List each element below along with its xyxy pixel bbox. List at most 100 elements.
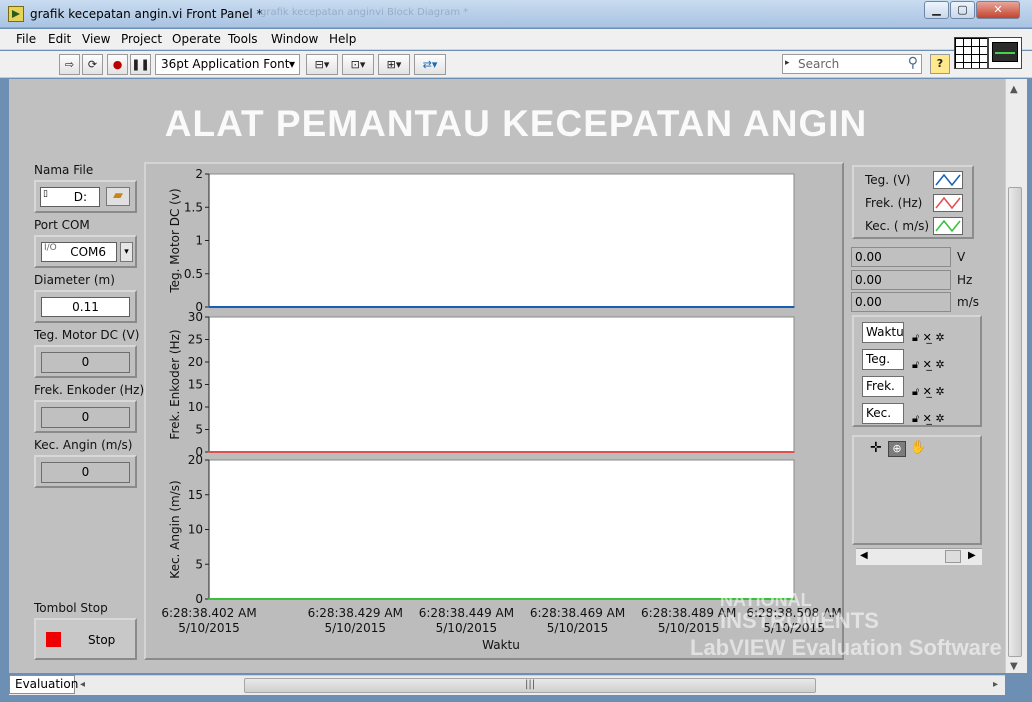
port-com-control: COM6 I/O ▾	[34, 235, 137, 268]
y-tick-label: 0.5	[184, 267, 203, 281]
series-point-2	[442, 451, 444, 453]
scroll-left-icon[interactable]: ◂	[80, 679, 85, 690]
visa-icon: I/O	[44, 243, 57, 253]
diameter-input[interactable]: 0.11	[41, 297, 130, 317]
legend-swatch-kec[interactable]	[933, 217, 963, 235]
chevron-down-icon[interactable]: ▾	[120, 242, 133, 262]
legend-swatch-teg[interactable]	[933, 171, 963, 189]
stop-button-label: Stop	[88, 633, 116, 647]
background-window-title: grafik kecepatan anginvi Block Diagram *	[260, 7, 469, 18]
font-selector[interactable]: 36pt Application Font ▾	[155, 54, 300, 75]
minimize-button[interactable]: ▁	[924, 1, 949, 19]
series-point-1	[325, 306, 327, 308]
kec-angin-value: 0	[41, 462, 130, 483]
plot-area-3	[208, 459, 795, 600]
legend-label-teg: Teg. (V)	[865, 173, 911, 187]
y-tick-label: 10	[188, 523, 203, 537]
title-bar: grafik kecepatan angin.vi Front Panel * …	[0, 0, 1032, 28]
y-tick-label: 15	[188, 378, 203, 392]
pan-hand-icon[interactable]: ✋	[910, 441, 926, 457]
y-axis-label-3: Kec. Angin (m/s)	[168, 480, 182, 578]
palette-scroll-thumb[interactable]	[945, 550, 961, 563]
x-tick-date: 5/10/2015	[178, 621, 240, 635]
scale-name-frek[interactable]: Frek.	[862, 376, 904, 397]
scale-name-kec[interactable]: Kec.	[862, 403, 904, 424]
scroll-right-icon[interactable]: ▸	[993, 679, 998, 690]
plot-legend: Teg. (V) Frek. (Hz) Kec. ( m/s)	[852, 165, 974, 239]
speed-unit: m/s	[957, 295, 979, 309]
vertical-scroll-thumb[interactable]	[1008, 187, 1022, 657]
search-icon[interactable]: ⚲	[908, 55, 918, 71]
labview-vi-icon	[8, 6, 24, 22]
scroll-down-icon[interactable]: ▼	[1010, 661, 1018, 672]
scale-lock-icons[interactable]: 🔓︎ ✕̲ ✲ 🔓︎ ✕̲ ✲ 🔓︎ ✕̲ ✲ 🔓︎ ✕̲ ✲	[912, 324, 945, 432]
pause-icon[interactable]: ❚❚	[130, 54, 151, 75]
search-scope-icon: ▸	[785, 58, 790, 68]
y-tick-label: 20	[188, 355, 203, 369]
close-button[interactable]: ✕	[976, 1, 1020, 19]
nama-file-label: Nama File	[34, 163, 94, 177]
menu-operate[interactable]: Operate	[172, 32, 221, 46]
run-arrow-icon[interactable]: ⇨	[59, 54, 80, 75]
menu-view[interactable]: View	[82, 32, 110, 46]
zoom-icon[interactable]: ⊕	[888, 441, 906, 457]
series-point-2	[325, 451, 327, 453]
cursor-move-icon[interactable]: ✛	[870, 441, 886, 457]
align-objects-icon[interactable]: ⊟▾	[306, 54, 338, 75]
nama-file-input[interactable]: D:	[40, 187, 100, 207]
frek-enkoder-value: 0	[41, 407, 130, 428]
kec-angin-indicator: 0	[34, 455, 137, 488]
run-continuously-icon[interactable]: ⟳	[82, 54, 103, 75]
menu-window[interactable]: Window	[271, 32, 318, 46]
palette-scrollbar[interactable]: ◀ ▶	[856, 548, 982, 565]
speed-indicator: 0.00	[851, 292, 951, 312]
series-point-3	[325, 598, 327, 600]
help-icon[interactable]: ?	[930, 54, 950, 74]
horizontal-scroll-thumb[interactable]: |||	[244, 678, 816, 693]
distribute-objects-icon[interactable]: ⊡▾	[342, 54, 374, 75]
maximize-button[interactable]: ▢	[950, 1, 975, 19]
menu-help[interactable]: Help	[329, 32, 356, 46]
series-point-1	[559, 306, 561, 308]
y-axis-label-1: Teg. Motor DC (v)	[168, 188, 182, 293]
tombol-stop-label: Tombol Stop	[34, 601, 108, 615]
series-point-1	[793, 306, 795, 308]
resize-objects-icon[interactable]: ⊞▾	[378, 54, 410, 75]
search-input[interactable]: ▸ Search ⚲	[782, 54, 922, 74]
connector-pane-icon[interactable]	[954, 37, 988, 69]
menu-file[interactable]: File	[16, 32, 36, 46]
legend-label-frek: Frek. (Hz)	[865, 196, 923, 210]
teg-motor-indicator: 0	[34, 345, 137, 378]
y-tick-label: 30	[188, 310, 203, 324]
series-point-3	[442, 598, 444, 600]
scroll-left-icon[interactable]: ◀	[860, 550, 868, 561]
scale-name-waktu[interactable]: Waktu	[862, 322, 904, 343]
stop-button[interactable]: Stop	[34, 618, 137, 660]
page-title: ALAT PEMANTAU KECEPATAN ANGIN	[164, 103, 868, 144]
menu-edit[interactable]: Edit	[48, 32, 71, 46]
abort-icon[interactable]: ●	[107, 54, 128, 75]
series-point-3	[559, 598, 561, 600]
scroll-right-icon[interactable]: ▶	[968, 550, 976, 561]
x-tick-label: 6:28:38.402 AM	[161, 606, 256, 620]
evaluation-tab[interactable]: Evaluation	[9, 675, 78, 694]
series-point-1	[442, 306, 444, 308]
scale-name-teg[interactable]: Teg.	[862, 349, 904, 370]
reorder-icon[interactable]: ⇄▾	[414, 54, 446, 75]
browse-folder-icon[interactable]: ▰	[106, 187, 130, 206]
diameter-control: 0.11	[34, 290, 137, 323]
y-tick-label: 1	[195, 234, 203, 248]
menu-tools[interactable]: Tools	[228, 32, 258, 46]
x-tick-label: 6:28:38.449 AM	[419, 606, 514, 620]
y-tick-label: 25	[188, 333, 203, 347]
window-title: grafik kecepatan angin.vi Front Panel *	[30, 7, 263, 21]
kec-angin-label: Kec. Angin (m/s)	[34, 438, 133, 452]
menu-project[interactable]: Project	[121, 32, 162, 46]
legend-swatch-frek[interactable]	[933, 194, 963, 212]
x-axis-label: Waktu	[482, 638, 520, 652]
series-point-2	[559, 451, 561, 453]
vi-icon[interactable]	[988, 37, 1022, 69]
series-point-1	[208, 306, 210, 308]
scroll-up-icon[interactable]: ▲	[1010, 84, 1018, 95]
frek-enkoder-indicator: 0	[34, 400, 137, 433]
